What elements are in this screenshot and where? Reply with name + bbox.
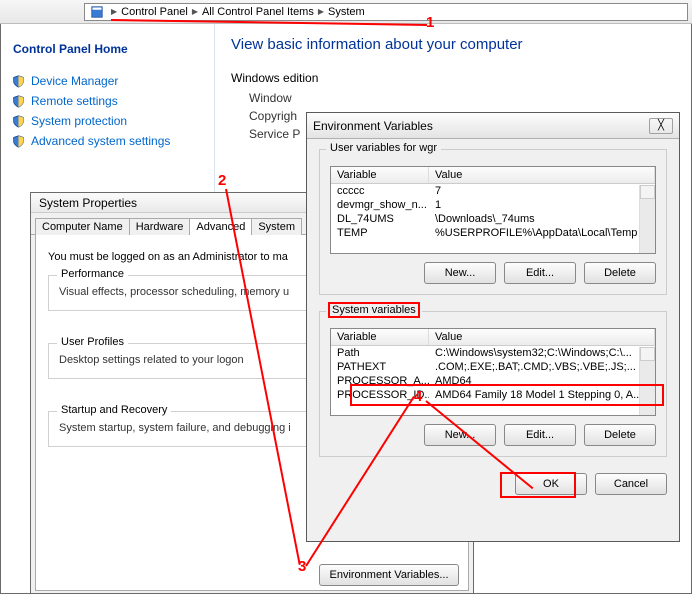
sidebar-remote-settings[interactable]: Remote settings xyxy=(11,94,204,108)
sidebar-advanced-system-settings[interactable]: Advanced system settings xyxy=(11,134,204,148)
ok-button[interactable]: OK xyxy=(515,473,587,495)
list-header[interactable]: Variable Value xyxy=(331,167,655,184)
scrollbar[interactable] xyxy=(639,185,655,253)
col-value[interactable]: Value xyxy=(429,329,655,345)
breadcrumb-box[interactable]: ▶ Control Panel▶ All Control Panel Items… xyxy=(84,3,688,21)
group-legend: User Profiles xyxy=(57,336,128,348)
control-panel-home-link[interactable]: Control Panel Home xyxy=(13,42,202,56)
control-panel-icon xyxy=(89,4,105,20)
list-row-path[interactable]: PathC:\Windows\system32;C:\Windows;C:\..… xyxy=(331,346,655,360)
breadcrumb-system[interactable]: System xyxy=(326,6,367,18)
shield-icon xyxy=(11,134,25,148)
tab-hardware[interactable]: Hardware xyxy=(129,218,191,235)
col-variable[interactable]: Variable xyxy=(331,329,429,345)
scroll-up-icon[interactable] xyxy=(640,185,655,199)
list-row[interactable]: PROCESSOR_A...AMD64 xyxy=(331,374,655,388)
tab-system-protection[interactable]: System xyxy=(251,218,302,235)
breadcrumb-all-items[interactable]: All Control Panel Items▶ xyxy=(200,6,326,18)
user-delete-button[interactable]: Delete xyxy=(584,262,656,284)
env-dialog-titlebar[interactable]: Environment Variables ╳ xyxy=(307,113,679,139)
list-row[interactable]: DL_74UMS\Downloads\_74ums xyxy=(331,212,655,226)
list-row[interactable]: PATHEXT.COM;.EXE;.BAT;.CMD;.VBS;.VBE;.JS… xyxy=(331,360,655,374)
sys-new-button[interactable]: New... xyxy=(424,424,496,446)
sidebar-item-label: Remote settings xyxy=(31,94,118,108)
environment-variables-button[interactable]: Environment Variables... xyxy=(319,564,459,586)
shield-icon xyxy=(11,114,25,128)
shield-icon xyxy=(11,74,25,88)
cancel-button[interactable]: Cancel xyxy=(595,473,667,495)
system-variables-list[interactable]: Variable Value PathC:\Windows\system32;C… xyxy=(330,328,656,416)
close-icon[interactable]: ╳ xyxy=(649,118,673,134)
shield-icon xyxy=(11,94,25,108)
col-value[interactable]: Value xyxy=(429,167,655,183)
group-legend: Startup and Recovery xyxy=(57,404,171,416)
list-row[interactable]: devmgr_show_n...1 xyxy=(331,198,655,212)
system-variables-frame: System variables Variable Value PathC:\W… xyxy=(319,311,667,457)
address-bar: ▶ Control Panel▶ All Control Panel Items… xyxy=(0,0,692,24)
user-edit-button[interactable]: Edit... xyxy=(504,262,576,284)
sidebar-system-protection[interactable]: System protection xyxy=(11,114,204,128)
page-title: View basic information about your comput… xyxy=(231,36,675,53)
scroll-up-icon[interactable] xyxy=(640,347,655,361)
breadcrumb-control-panel[interactable]: Control Panel▶ xyxy=(119,6,200,18)
tab-computer-name[interactable]: Computer Name xyxy=(35,218,130,235)
chevron-right-icon: ▶ xyxy=(109,7,119,16)
list-header[interactable]: Variable Value xyxy=(331,329,655,346)
sidebar-item-label: Device Manager xyxy=(31,74,118,88)
group-legend: Performance xyxy=(57,268,128,280)
user-variables-list[interactable]: Variable Value ccccc7 devmgr_show_n...1 … xyxy=(330,166,656,254)
sidebar-device-manager[interactable]: Device Manager xyxy=(11,74,204,88)
user-new-button[interactable]: New... xyxy=(424,262,496,284)
environment-variables-dialog: Environment Variables ╳ User variables f… xyxy=(306,112,680,542)
scrollbar[interactable] xyxy=(639,347,655,415)
nav-arrows-placeholder xyxy=(0,0,84,23)
col-variable[interactable]: Variable xyxy=(331,167,429,183)
section-windows-edition: Windows edition xyxy=(231,71,675,85)
list-row[interactable]: PROCESSOR_ID...AMD64 Family 18 Model 1 S… xyxy=(331,388,655,402)
sidebar-item-label: System protection xyxy=(31,114,127,128)
env-dialog-title: Environment Variables xyxy=(313,119,433,133)
system-variables-label: System variables xyxy=(326,304,422,316)
sys-edit-button[interactable]: Edit... xyxy=(504,424,576,446)
tab-advanced[interactable]: Advanced xyxy=(189,218,252,235)
sidebar-item-label: Advanced system settings xyxy=(31,134,170,148)
user-variables-frame: User variables for wgr Variable Value cc… xyxy=(319,149,667,295)
user-variables-label: User variables for wgr xyxy=(326,142,441,154)
sys-delete-button[interactable]: Delete xyxy=(584,424,656,446)
edition-line-1: Window xyxy=(249,91,675,105)
list-row[interactable]: TEMP%USERPROFILE%\AppData\Local\Temp xyxy=(331,226,655,240)
list-row[interactable]: ccccc7 xyxy=(331,184,655,198)
